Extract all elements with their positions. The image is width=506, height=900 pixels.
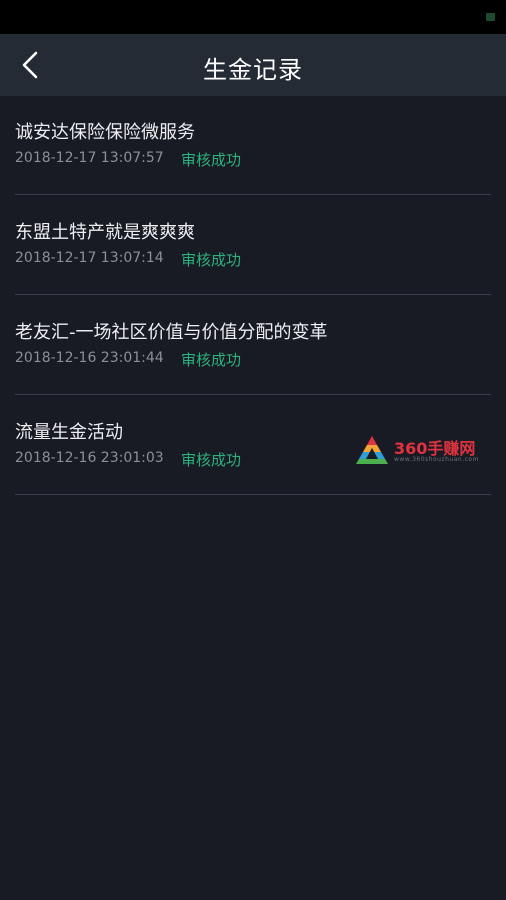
divider bbox=[15, 394, 491, 395]
page-title: 生金记录 bbox=[203, 56, 303, 84]
watermark-url: www.360shouzhuan.com bbox=[394, 456, 479, 463]
divider bbox=[15, 194, 491, 195]
status-bar bbox=[0, 0, 506, 34]
status-indicator-icon bbox=[486, 13, 495, 21]
nav-bar: 生金记录 bbox=[0, 34, 506, 96]
list-item[interactable]: 诚安达保险保险微服务 2018-12-17 13:07:57 审核成功 bbox=[0, 96, 506, 196]
divider bbox=[15, 294, 491, 295]
watermark-logo-icon bbox=[356, 436, 388, 464]
list-item[interactable]: 东盟土特产就是爽爽爽 2018-12-17 13:07:14 审核成功 bbox=[0, 196, 506, 296]
record-date: 2018-12-17 13:07:57 bbox=[15, 150, 164, 166]
watermark: 360手赚网 www.360shouzhuan.com bbox=[354, 434, 504, 468]
record-date: 2018-12-16 23:01:44 bbox=[15, 350, 164, 366]
list-item[interactable]: 老友汇-一场社区价值与价值分配的变革 2018-12-16 23:01:44 审… bbox=[0, 296, 506, 396]
status-text: 审核成功 bbox=[181, 151, 242, 169]
status-text: 审核成功 bbox=[181, 351, 242, 369]
divider bbox=[15, 494, 491, 495]
record-title: 老友汇-一场社区价值与价值分配的变革 bbox=[15, 322, 328, 343]
record-date: 2018-12-16 23:01:03 bbox=[15, 450, 164, 466]
record-title: 流量生金活动 bbox=[15, 422, 123, 443]
status-text: 审核成功 bbox=[181, 251, 242, 269]
record-title: 诚安达保险保险微服务 bbox=[15, 122, 195, 143]
status-text: 审核成功 bbox=[181, 451, 242, 469]
record-title: 东盟土特产就是爽爽爽 bbox=[15, 222, 195, 243]
record-date: 2018-12-17 13:07:14 bbox=[15, 250, 164, 266]
